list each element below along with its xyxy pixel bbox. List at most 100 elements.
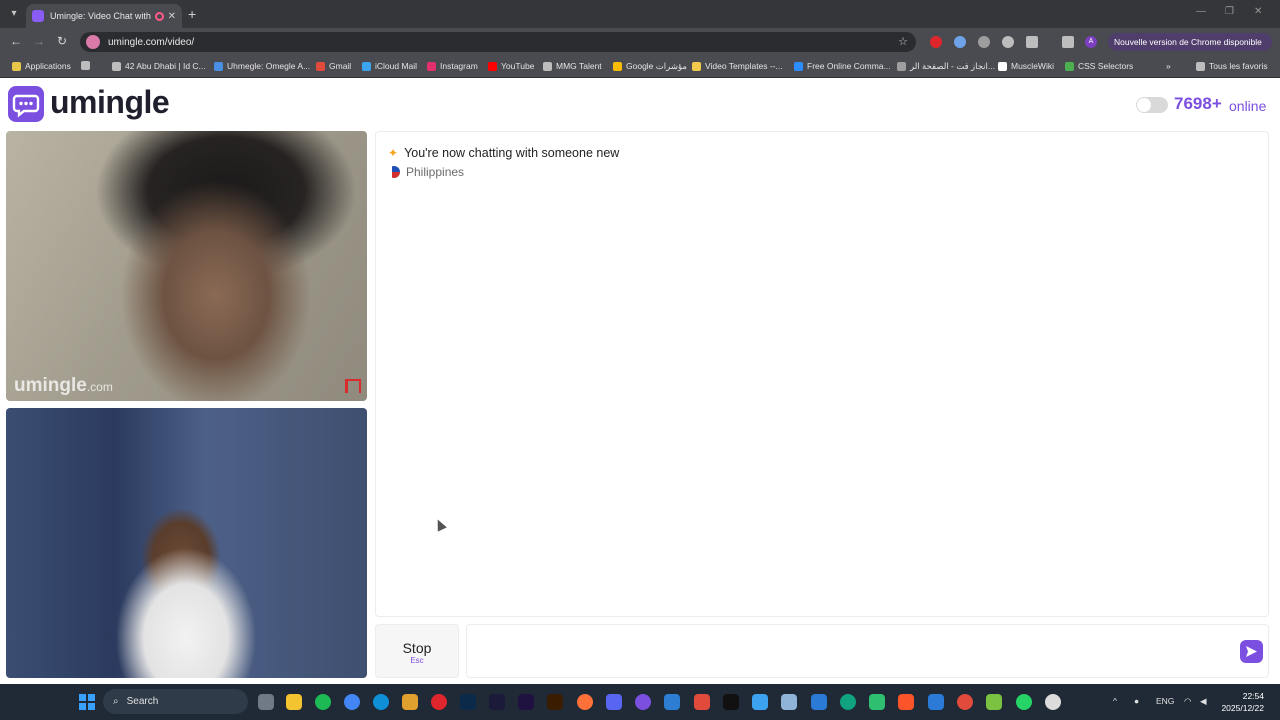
bookmark-item[interactable]: YouTube [488, 61, 534, 71]
app-icon[interactable] [752, 694, 768, 710]
extension-icon[interactable] [1002, 36, 1014, 48]
whatsapp-icon[interactable] [1016, 694, 1032, 710]
bookmark-item[interactable]: 42 Abu Dhabi | Id C... [112, 61, 206, 71]
reading-list-icon[interactable] [1062, 36, 1074, 48]
windows-taskbar: ⌕ Search ^ ● ENG ◠ ◀ 22:54 2025/12/22 [0, 684, 1280, 720]
app-icon[interactable] [928, 694, 944, 710]
opera-icon[interactable] [431, 694, 447, 710]
photoshop-icon[interactable] [460, 694, 476, 710]
message-input[interactable] [466, 624, 1269, 678]
profile-avatar[interactable]: A [1085, 36, 1097, 48]
bookmark-item[interactable]: Video Templates --... [692, 61, 783, 71]
taskbar-search[interactable]: ⌕ Search [103, 689, 248, 714]
bookmark-item[interactable]: Applications [12, 61, 71, 71]
address-bar[interactable]: umingle.com/video/ ☆ [80, 32, 916, 52]
media-player-icon[interactable] [1045, 694, 1061, 710]
app-icon[interactable] [781, 694, 797, 710]
illustrator-icon[interactable] [547, 694, 563, 710]
task-view-icon[interactable] [258, 694, 274, 710]
app-icon[interactable] [957, 694, 973, 710]
maximize-window-icon[interactable]: ❐ [1225, 6, 1234, 17]
app-icon[interactable] [869, 694, 885, 710]
back-icon[interactable]: ← [10, 34, 22, 48]
extension-icon[interactable] [978, 36, 990, 48]
premiere-icon[interactable] [518, 694, 534, 710]
bookmark-item[interactable]: Google مؤشرات [613, 61, 687, 72]
bookmark-item[interactable]: Gmail [316, 61, 351, 71]
app-icon[interactable] [694, 694, 710, 710]
app-icon[interactable] [840, 694, 856, 710]
apps-grid-icon [12, 61, 21, 71]
edge-icon[interactable] [373, 694, 389, 710]
new-tab-button[interactable]: + [188, 6, 196, 22]
bookmark-label: MMG Talent [556, 61, 602, 71]
microphone-icon[interactable]: ● [1134, 696, 1139, 706]
bookmarks-overflow-icon[interactable]: » [1166, 61, 1171, 71]
extension-icon[interactable] [954, 36, 966, 48]
bookmark-item[interactable]: iCloud Mail [362, 61, 417, 71]
globe-icon [897, 62, 906, 71]
logo-wordmark[interactable]: umingle [50, 84, 170, 121]
bookmark-star-icon[interactable]: ☆ [898, 35, 908, 48]
close-window-icon[interactable]: ✕ [1254, 6, 1262, 17]
app-icon[interactable] [635, 694, 651, 710]
windows-start-icon[interactable] [79, 694, 95, 710]
discord-icon[interactable] [606, 694, 622, 710]
reload-icon[interactable]: ↻ [57, 34, 67, 48]
vscode-icon[interactable] [811, 694, 827, 710]
bookmark-favicon-icon [543, 61, 552, 71]
bookmark-item[interactable]: CSS Selectors [1065, 61, 1133, 71]
bookmark-item[interactable] [81, 61, 94, 70]
bookmark-label: Gmail [329, 61, 352, 71]
bookmark-item[interactable]: MuscleWiki [998, 61, 1054, 71]
bookmark-favicon-icon [214, 61, 223, 71]
site-info-icon[interactable] [86, 35, 100, 49]
icloud-icon [362, 61, 371, 71]
send-button[interactable] [1240, 640, 1263, 663]
forward-icon[interactable]: → [33, 34, 45, 48]
bookmark-item[interactable]: Instagram [427, 61, 478, 71]
netflix-icon[interactable] [723, 694, 739, 710]
bookmark-label: Applications [25, 61, 71, 71]
theme-toggle[interactable] [1136, 97, 1168, 113]
brave-icon[interactable] [898, 694, 914, 710]
app-icon[interactable] [986, 694, 1002, 710]
system-clock[interactable]: 22:54 2025/12/22 [1220, 690, 1264, 714]
umingle-favicon-icon [32, 10, 44, 22]
system-message: ✦ You're now chatting with someone new [388, 146, 619, 160]
tab-search-icon[interactable]: ▾ [6, 6, 22, 22]
umingle-logo-icon[interactable] [8, 86, 44, 122]
input-language[interactable]: ENG [1156, 696, 1174, 706]
chrome-update-button[interactable]: Nouvelle version de Chrome disponible [1108, 33, 1272, 51]
tab-title: Umingle: Video Chat with S [50, 11, 151, 21]
musclewiki-icon [998, 61, 1007, 71]
extensions-puzzle-icon[interactable] [1026, 36, 1038, 48]
firefox-icon[interactable] [577, 694, 593, 710]
app-icon[interactable] [402, 694, 418, 710]
stop-button[interactable]: Stop Esc [375, 624, 459, 678]
all-bookmarks-item[interactable]: Tous les favoris [1196, 61, 1268, 71]
grid-icon [81, 61, 90, 70]
app-icon[interactable] [664, 694, 680, 710]
browser-tab-active[interactable]: Umingle: Video Chat with S ✕ [26, 4, 182, 28]
chrome-icon[interactable] [344, 694, 360, 710]
bookmark-label: Instagram [440, 61, 478, 71]
close-tab-icon[interactable]: ✕ [168, 11, 176, 22]
bookmark-item[interactable]: MMG Talent [543, 61, 602, 71]
tray-overflow-icon[interactable]: ^ [1113, 696, 1117, 706]
bookmark-item[interactable]: Uhmegle: Omegle A... [214, 61, 310, 71]
minimize-window-icon[interactable]: — [1196, 6, 1206, 17]
extension-icon[interactable] [930, 36, 942, 48]
volume-icon[interactable]: ◀ [1200, 696, 1207, 707]
clock-date: 2025/12/22 [1221, 703, 1264, 713]
after-effects-icon[interactable] [489, 694, 505, 710]
bookmark-item[interactable]: انجاز فت - الصفحة الر... [897, 61, 995, 72]
wifi-icon[interactable]: ◠ [1184, 696, 1191, 707]
bookmark-item[interactable]: Free Online Comma... [794, 61, 891, 71]
spotify-icon[interactable] [315, 694, 331, 710]
bookmark-label: Free Online Comma... [807, 61, 891, 71]
bookmark-label: CSS Selectors [1078, 61, 1134, 71]
bookmarks-bar: Applications 42 Abu Dhabi | Id C... Uhme… [0, 56, 1280, 78]
file-explorer-icon[interactable] [286, 694, 302, 710]
report-flag-icon[interactable] [345, 379, 361, 393]
